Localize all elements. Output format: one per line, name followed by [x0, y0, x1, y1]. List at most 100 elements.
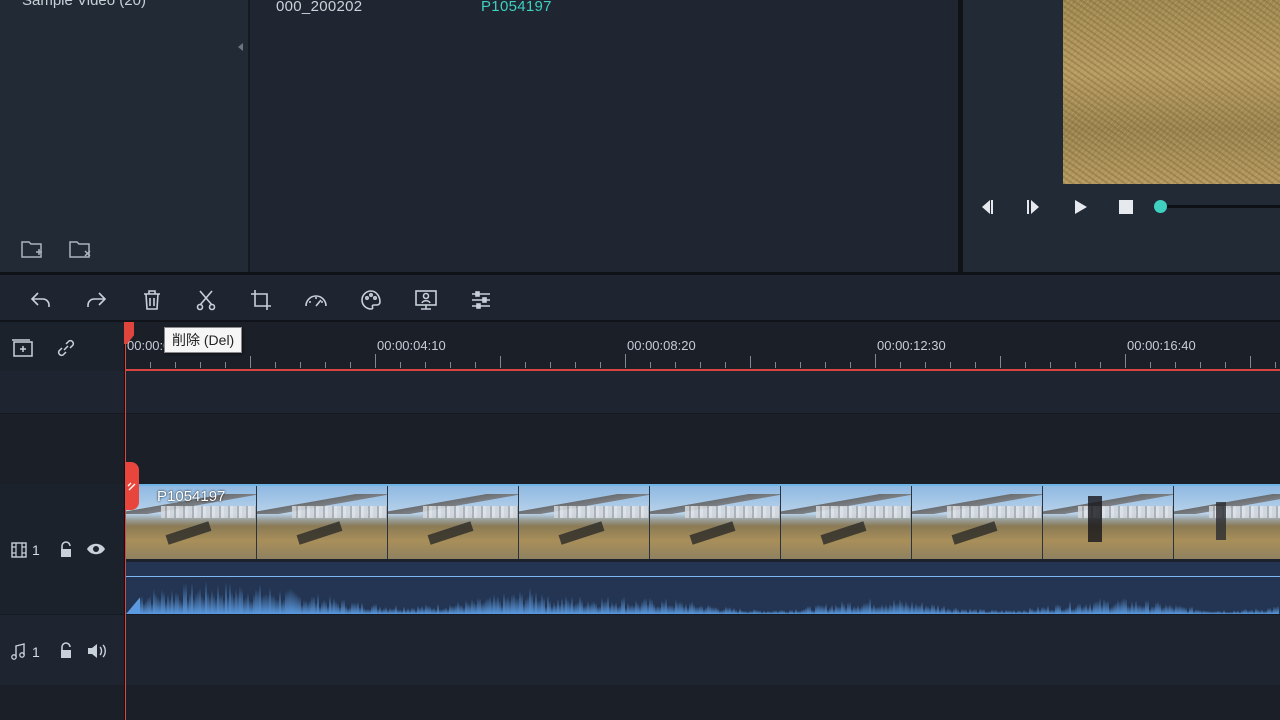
ruler-tick: [1275, 362, 1276, 368]
crop-icon[interactable]: [248, 287, 274, 313]
ruler-tick: [250, 356, 251, 368]
ruler-tick: [200, 362, 201, 368]
media-row-clip[interactable]: P1054197: [481, 0, 552, 15]
ruler-tick: [1200, 362, 1201, 368]
playback-progress-bar[interactable]: [1166, 205, 1280, 208]
delete-tooltip: 削除 (Del): [164, 327, 243, 353]
ruler-tick: [475, 362, 476, 368]
ruler-tick: [525, 362, 526, 368]
media-panel: [250, 0, 958, 272]
ruler-tick: [300, 362, 301, 368]
ruler-tick: [550, 362, 551, 368]
ruler-tick: [1000, 356, 1001, 368]
ruler-tick: [600, 362, 601, 368]
ruler-tick: [925, 362, 926, 368]
ruler-tick: [850, 362, 851, 368]
clip-thumbnail: [781, 486, 912, 559]
ruler-tick: [700, 362, 701, 368]
ruler-tick: [225, 362, 226, 368]
video-track-number: 1: [32, 542, 40, 558]
clip-thumbnail: [519, 486, 650, 559]
ruler-tick: [375, 354, 376, 368]
playhead-trim-handle[interactable]: [125, 462, 139, 510]
speed-icon[interactable]: [303, 287, 329, 313]
film-icon: [10, 541, 28, 564]
ruler-tick: [625, 354, 626, 368]
green-screen-icon[interactable]: [413, 287, 439, 313]
ruler-tick: [1075, 362, 1076, 368]
delete-icon[interactable]: [139, 287, 165, 313]
next-frame-button[interactable]: [1024, 197, 1044, 222]
ruler-tick: [750, 356, 751, 368]
timeline-ruler[interactable]: [125, 322, 1280, 370]
video-clip[interactable]: [126, 486, 1280, 559]
clip-thumbnail: [1043, 486, 1174, 559]
play-button[interactable]: [1071, 197, 1091, 222]
stop-button[interactable]: [1117, 198, 1135, 221]
ruler-tick: [900, 362, 901, 368]
ruler-tick: [575, 362, 576, 368]
music-note-icon: [10, 643, 26, 666]
ruler-tick: [950, 362, 951, 368]
undo-icon[interactable]: [28, 287, 54, 313]
ruler-tick: [675, 362, 676, 368]
playback-progress-handle[interactable]: [1154, 200, 1167, 213]
prev-frame-button[interactable]: [977, 197, 997, 222]
clip-thumbnail: [257, 486, 388, 559]
ruler-tick: [350, 362, 351, 368]
folder-label[interactable]: Sample Video (20): [22, 0, 146, 9]
ruler-label-2: 00:00:08:20: [627, 338, 696, 353]
ruler-tick: [175, 362, 176, 368]
ruler-tick: [775, 362, 776, 368]
eye-icon[interactable]: [86, 541, 106, 562]
collapse-panel-arrow-icon[interactable]: [238, 43, 243, 51]
ruler-tick: [1050, 362, 1051, 368]
playhead[interactable]: [125, 322, 126, 720]
adjust-icon[interactable]: [468, 287, 494, 313]
ruler-tick: [1125, 354, 1126, 368]
ruler-tick: [425, 362, 426, 368]
clip-thumbnail: [388, 486, 519, 559]
ruler-tick: [875, 354, 876, 368]
ruler-tick: [975, 362, 976, 368]
audio-volume-line[interactable]: [126, 576, 1280, 577]
ruler-tick: [725, 362, 726, 368]
new-folder-icon[interactable]: [20, 238, 46, 265]
timeline-empty-area[interactable]: [0, 685, 1280, 720]
ruler-tick: [275, 362, 276, 368]
delete-folder-icon[interactable]: [68, 238, 94, 265]
cut-icon[interactable]: [193, 287, 219, 313]
edit-toolbar: [0, 275, 1280, 321]
ruler-tick: [1175, 362, 1176, 368]
audio-waveform[interactable]: [126, 562, 1280, 614]
add-track-icon[interactable]: [10, 336, 36, 365]
ruler-label-4: 00:00:16:40: [1127, 338, 1196, 353]
ruler-tick: [825, 362, 826, 368]
ruler-tick: [650, 362, 651, 368]
empty-track-lane[interactable]: [0, 414, 1280, 484]
empty-track-lane[interactable]: [0, 371, 1280, 414]
redo-icon[interactable]: [83, 287, 109, 313]
ruler-tick: [500, 356, 501, 368]
color-icon[interactable]: [358, 287, 384, 313]
speaker-icon[interactable]: [86, 642, 108, 665]
clip-thumbnail: [1174, 486, 1280, 559]
ruler-tick: [800, 362, 801, 368]
library-panel: [0, 0, 248, 272]
lock-icon[interactable]: [58, 541, 74, 564]
audio-track-lane[interactable]: [0, 615, 1280, 685]
ruler-tick: [1100, 362, 1101, 368]
preview-frame: [1063, 0, 1280, 184]
link-icon[interactable]: [54, 336, 78, 365]
ruler-tick: [150, 362, 151, 368]
waveform-graphic: [126, 581, 1280, 614]
media-row-name[interactable]: 000_200202: [276, 0, 362, 15]
ruler-tick: [1150, 362, 1151, 368]
waveform-path: [126, 581, 1280, 614]
lock-icon[interactable]: [58, 642, 74, 665]
ruler-tick: [1225, 362, 1226, 368]
ruler-tick: [1025, 362, 1026, 368]
clip-title: P1054197: [157, 488, 226, 505]
ruler-label-3: 00:00:12:30: [877, 338, 946, 353]
ruler-tick: [400, 362, 401, 368]
